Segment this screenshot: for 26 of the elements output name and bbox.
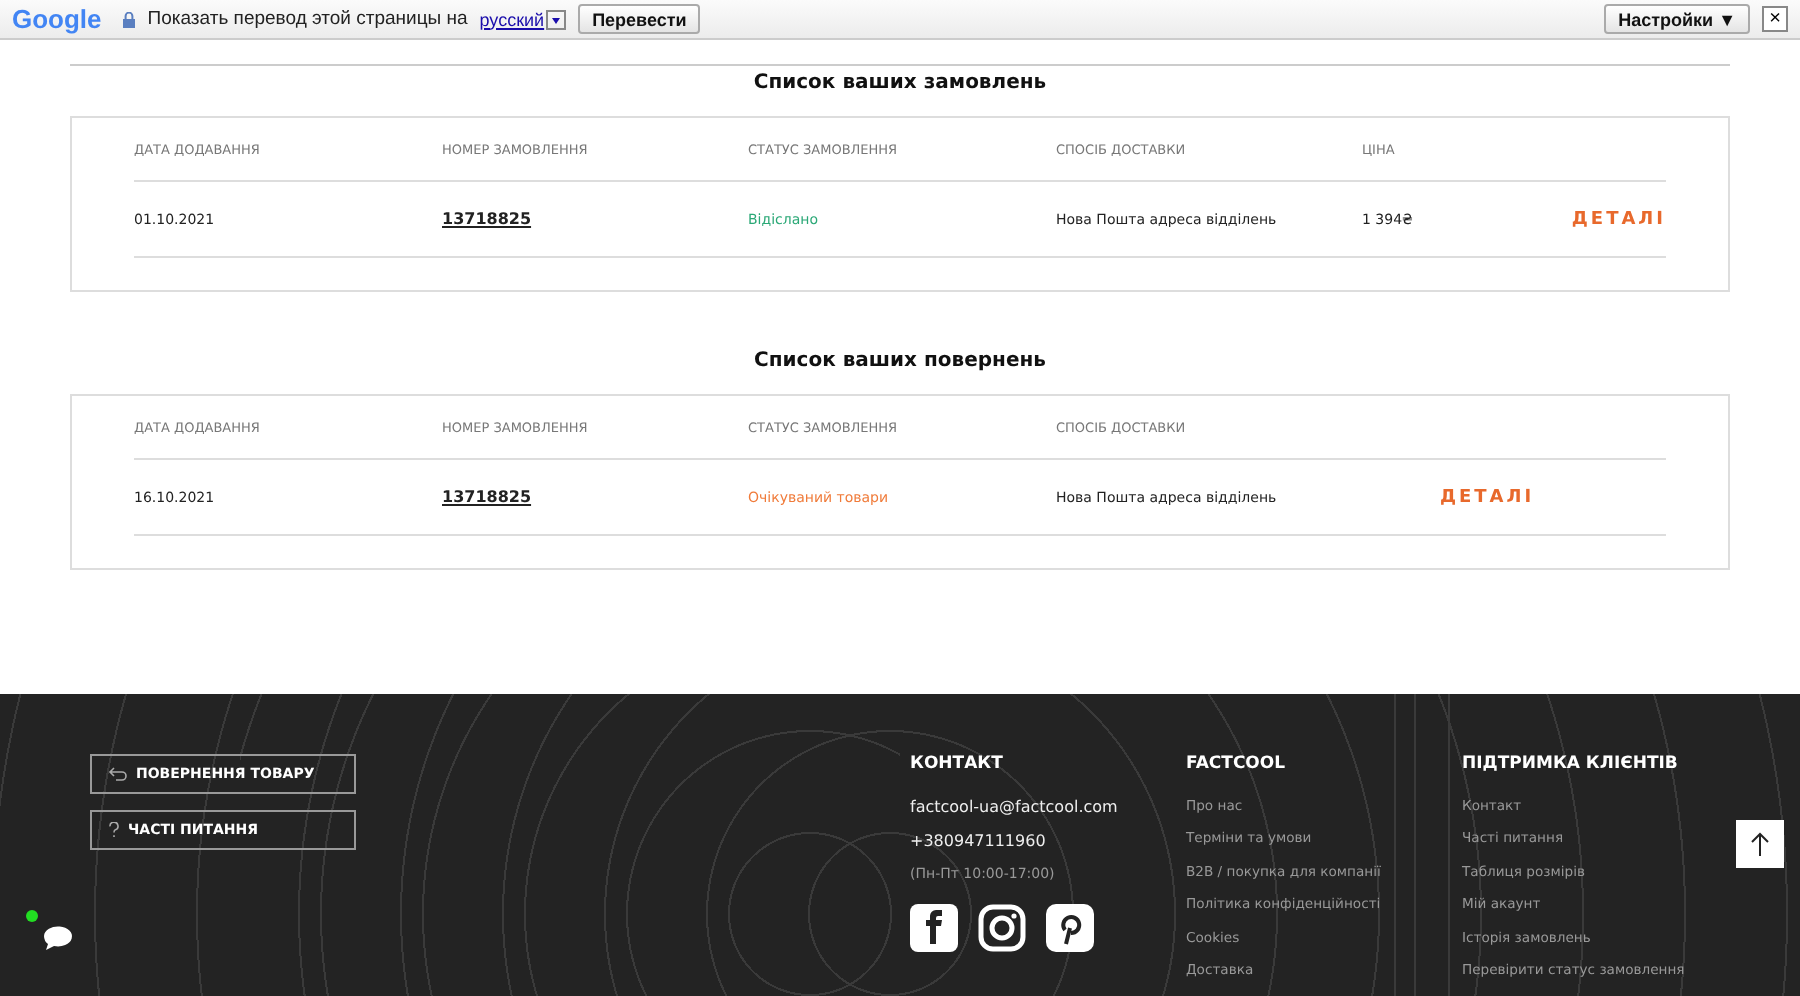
close-button[interactable]: × (1762, 6, 1788, 32)
column-heading: FACTCOOL (1186, 754, 1288, 778)
up-arrow-icon (1750, 832, 1770, 856)
details-link[interactable]: ДЕТАЛІ (1571, 209, 1666, 229)
column-heading: ПІДТРИМКА КЛІЄНТІВ (1462, 754, 1680, 778)
pinterest-icon[interactable] (1046, 904, 1094, 952)
dropdown-icon[interactable] (546, 9, 567, 29)
section-title: Список ваших замовлень (751, 72, 1049, 94)
column-heading: КОНТАКТ (910, 754, 1005, 778)
instagram-icon[interactable] (978, 904, 1026, 952)
lock-icon (121, 11, 136, 27)
return-arrow-icon (108, 766, 128, 782)
scroll-to-top-button[interactable] (1736, 820, 1784, 868)
facebook-icon[interactable] (910, 904, 958, 952)
section-title: Список ваших повернень (752, 350, 1048, 372)
google-logo: Google (12, 4, 102, 34)
translate-button[interactable]: Перевести (578, 4, 701, 34)
order-number-link[interactable]: 13718825 (442, 210, 748, 228)
translate-prompt: Показать перевод этой страницы на (147, 8, 468, 30)
order-number-link[interactable]: 13718825 (442, 488, 748, 506)
settings-button[interactable]: Настройки ▼ (1604, 4, 1750, 34)
email-link[interactable]: factcool-ua@factcool.com (910, 798, 1186, 832)
phone-number: +380947111960 (910, 832, 1048, 854)
question-icon (108, 822, 120, 838)
details-link[interactable]: ДЕТАЛІ (1440, 487, 1535, 507)
language-link[interactable]: русский (479, 9, 545, 29)
